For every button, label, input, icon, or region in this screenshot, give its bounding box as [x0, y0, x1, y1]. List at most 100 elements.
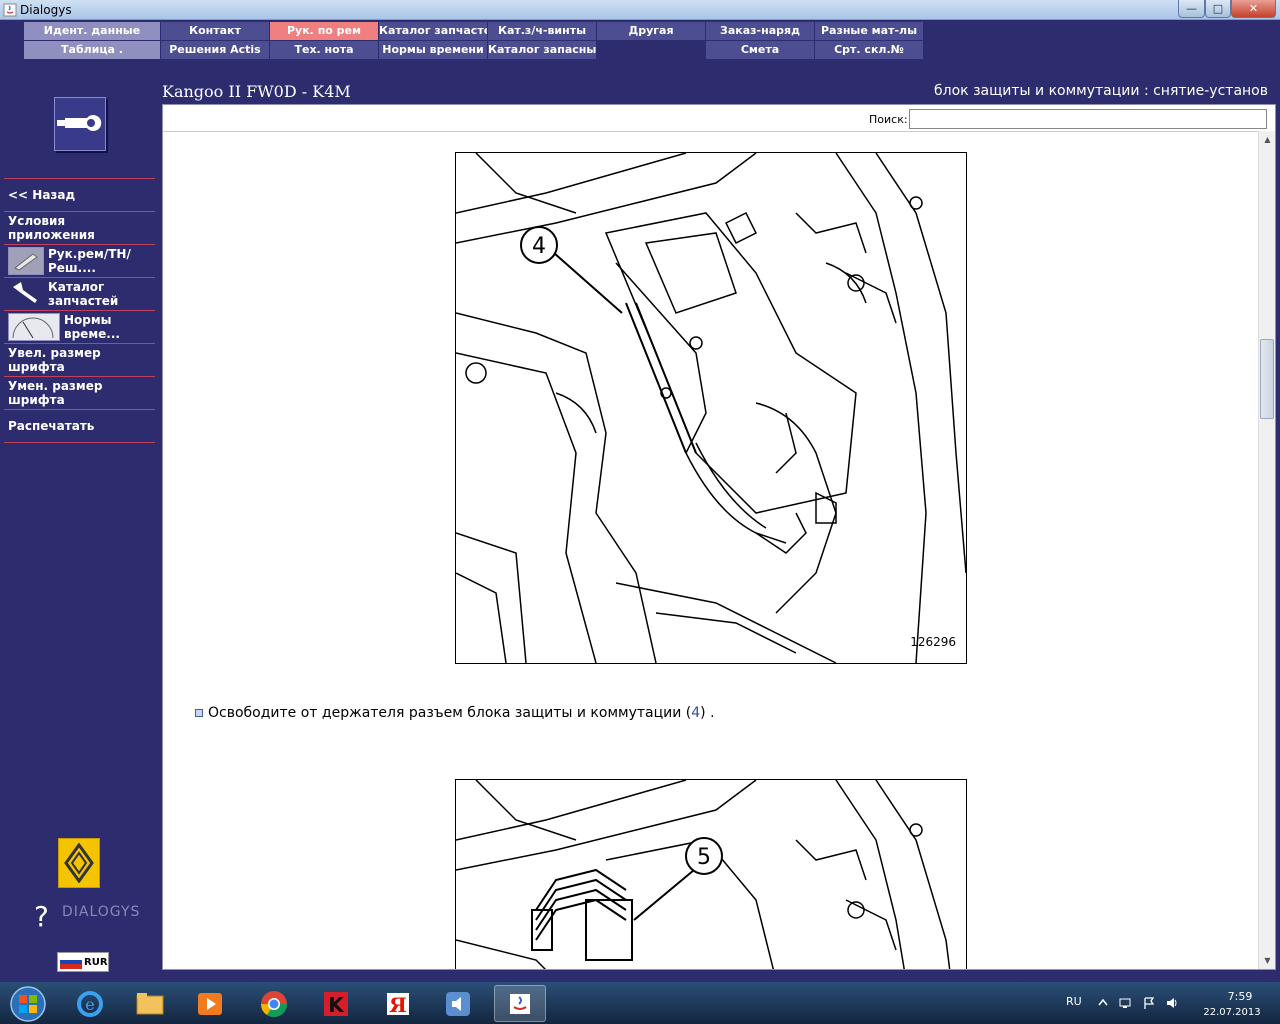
svg-text:?: ?	[34, 900, 49, 930]
media-player-icon	[198, 992, 222, 1015]
network-icon[interactable]	[1118, 996, 1132, 1010]
callout-number-4: 4	[532, 234, 546, 259]
taskbar-explorer[interactable]	[124, 985, 176, 1022]
sidebar-repair-manual[interactable]: Рук.рем/ТН/Реш....	[4, 244, 155, 277]
start-button[interactable]	[6, 984, 50, 1024]
bullet-icon	[195, 709, 203, 717]
java-icon	[510, 993, 530, 1014]
menu-stock-number[interactable]: Срт. скл.№	[815, 41, 923, 59]
kaspersky-icon: K	[324, 991, 348, 1017]
sidebar-item-label: << Назад	[8, 188, 76, 202]
menu-parts-catalog[interactable]: Каталог запчастей	[379, 22, 487, 40]
menu-other[interactable]: Другая	[597, 22, 705, 40]
instruction-text: Освободите от держателя разъем блока защ…	[208, 705, 692, 721]
minimize-button[interactable]: —	[1178, 0, 1205, 18]
sidebar-item-label: Нормы време...	[64, 313, 120, 341]
content-panel: Поиск: 4 126296 Освободите от держателя …	[162, 104, 1276, 970]
sidebar-font-increase[interactable]: Увел. размер шрифта	[4, 343, 155, 376]
internet-explorer-icon: e	[77, 990, 103, 1017]
scroll-up-arrow-icon[interactable]: ▲	[1259, 131, 1275, 148]
maximize-button[interactable]: □	[1205, 0, 1231, 18]
figure-id: 126296	[910, 635, 956, 649]
sidebar-divider	[4, 442, 155, 443]
taskbar-ie[interactable]: e	[64, 985, 116, 1022]
content-divider	[163, 131, 1259, 132]
scroll-down-arrow-icon[interactable]: ▼	[1259, 952, 1275, 969]
svg-text:e: e	[85, 995, 94, 1014]
technical-illustration-1: 4 126296	[455, 152, 967, 664]
engine-bay-drawing: 4	[456, 153, 966, 663]
chrome-icon	[260, 990, 288, 1017]
menu-tech-note[interactable]: Тех. нота	[270, 41, 378, 59]
taskbar-java-dialogys[interactable]	[494, 985, 546, 1022]
sidebar-app-conditions[interactable]: Условия приложения	[4, 211, 155, 244]
clock-time[interactable]: 7:59	[1210, 990, 1270, 1003]
sidebar-back[interactable]: << Назад	[4, 178, 155, 211]
vehicle-title: Kangoo II FW0D - K4M	[162, 82, 351, 101]
menu-repair-manual[interactable]: Рук. по рем	[270, 22, 378, 40]
close-button[interactable]: ✕	[1231, 0, 1276, 18]
instruction-ref-link[interactable]: 4	[691, 705, 700, 721]
sidebar-font-decrease[interactable]: Умен. размер шрифта	[4, 376, 155, 409]
volume-icon[interactable]	[1165, 996, 1179, 1010]
svg-text:Я: Я	[389, 993, 407, 1017]
menu-contact[interactable]: Контакт	[161, 22, 269, 40]
yandex-icon: Я	[387, 992, 409, 1017]
wrench-logo	[54, 97, 106, 151]
taskbar-kaspersky[interactable]: K	[310, 985, 362, 1022]
windows-logo-icon	[10, 986, 46, 1022]
app-area: Идент. данные Контакт Рук. по рем Катало…	[0, 20, 1280, 982]
taskbar-media-player[interactable]	[184, 985, 236, 1022]
vertical-scrollbar[interactable]: ▲ ▼	[1258, 131, 1275, 969]
sidebar-item-label: Каталог запчастей	[48, 280, 119, 308]
tray-expand-icon[interactable]	[1096, 996, 1110, 1010]
input-language[interactable]: RU	[1066, 995, 1082, 1008]
menu-spare-catalog[interactable]: Каталог запасны...	[488, 41, 596, 59]
taskbar-yandex[interactable]: Я	[372, 985, 424, 1022]
window-title: Dialogys	[20, 3, 72, 17]
screwdriver-icon	[8, 247, 44, 275]
instruction-step: Освободите от держателя разъем блока защ…	[195, 705, 715, 721]
technical-illustration-2: 5	[455, 779, 967, 969]
folder-icon	[136, 992, 164, 1014]
java-app-icon	[3, 3, 17, 17]
scroll-thumb[interactable]	[1260, 339, 1274, 419]
sidebar-item-label: Условия приложения	[8, 214, 95, 242]
dialogys-brand: DIALOGYS	[62, 904, 141, 920]
action-center-flag-icon[interactable]	[1142, 996, 1156, 1010]
speaker-icon	[446, 991, 470, 1016]
gauge-icon	[8, 313, 60, 341]
title-bar: Dialogys — □ ✕	[0, 0, 1280, 20]
renault-logo	[58, 838, 100, 888]
engine-bay-drawing: 5	[456, 780, 951, 969]
russia-flag-icon	[60, 955, 82, 969]
sidebar-print[interactable]: Распечатать	[4, 409, 155, 442]
menu-work-order[interactable]: Заказ-наряд	[706, 22, 814, 40]
currency-label: RUR	[84, 956, 108, 968]
sidebar-item-label: Увел. размер шрифта	[8, 346, 101, 374]
menu-actis-solutions[interactable]: Решения Actis	[161, 41, 269, 59]
menu-time-norms[interactable]: Нормы времени	[379, 41, 487, 59]
search-input[interactable]	[909, 109, 1267, 129]
instruction-end: ) .	[700, 705, 715, 721]
menu-table[interactable]: Таблица .	[24, 41, 160, 59]
svg-text:K: K	[328, 993, 345, 1017]
sidebar-parts-catalog[interactable]: Каталог запчастей	[4, 277, 155, 310]
wrench-icon	[57, 115, 102, 131]
callout-number-5: 5	[697, 845, 711, 870]
taskbar-chrome[interactable]	[248, 985, 300, 1022]
menu-estimate[interactable]: Смета	[706, 41, 814, 59]
clock-date[interactable]: 22.07.2013	[1196, 1007, 1268, 1018]
sidebar-time-norms[interactable]: Нормы време...	[4, 310, 155, 343]
taskbar-sound[interactable]	[432, 985, 484, 1022]
procedure-title: блок защиты и коммутации : снятие-устано…	[934, 83, 1268, 99]
menu-ident-data[interactable]: Идент. данные	[24, 22, 160, 40]
currency-selector[interactable]: RUR	[57, 952, 109, 972]
sidebar-item-label: Рук.рем/ТН/Реш....	[48, 247, 131, 275]
search-label: Поиск:	[869, 113, 908, 126]
menu-misc-materials[interactable]: Разные мат-лы	[815, 22, 923, 40]
sidebar-item-label: Умен. размер шрифта	[8, 379, 103, 407]
windows-taskbar: e K Я RU 7:59 22.07.2013	[0, 982, 1280, 1024]
wrench-icon	[8, 280, 44, 308]
menu-parts-screws[interactable]: Кат.з/ч-винты	[488, 22, 596, 40]
